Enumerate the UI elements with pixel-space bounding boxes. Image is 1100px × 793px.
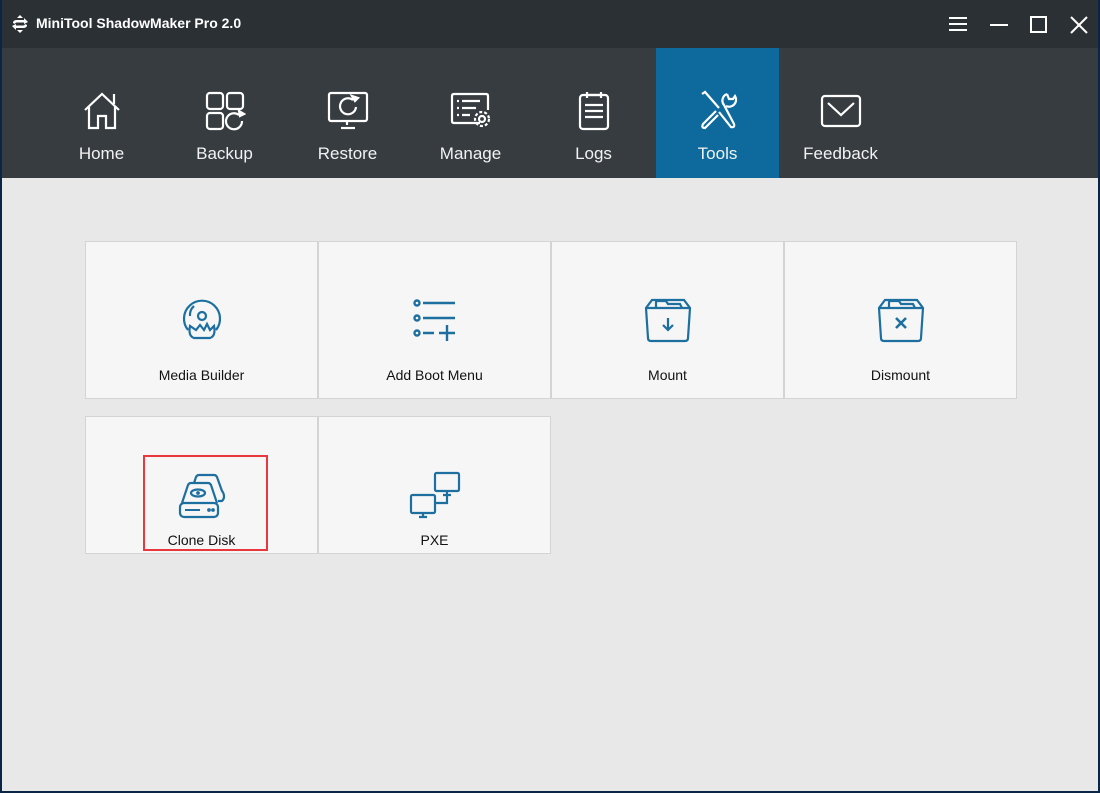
nav-feedback-label: Feedback bbox=[803, 144, 878, 163]
nav-logs-label: Logs bbox=[575, 144, 612, 163]
clone-disk-icon bbox=[178, 473, 225, 519]
nav-backup-label: Backup bbox=[196, 144, 253, 163]
main-nav: Home Backup Restore Manage Logs Tools Fe… bbox=[2, 48, 1098, 178]
close-icon[interactable] bbox=[1067, 12, 1091, 36]
tool-label: PXE bbox=[420, 532, 449, 548]
hamburger-icon[interactable] bbox=[947, 12, 971, 36]
nav-feedback[interactable]: Feedback bbox=[779, 48, 902, 178]
nav-backup[interactable]: Backup bbox=[163, 48, 286, 178]
tool-label: Media Builder bbox=[158, 367, 245, 383]
tool-clone-disk[interactable]: Clone Disk bbox=[85, 416, 318, 554]
backup-icon bbox=[205, 91, 246, 131]
app-window: MiniTool ShadowMaker Pro 2.0 Home Backup bbox=[2, 0, 1098, 791]
manage-icon bbox=[450, 92, 491, 128]
media-builder-icon bbox=[182, 299, 221, 340]
title-bar: MiniTool ShadowMaker Pro 2.0 bbox=[2, 0, 1098, 48]
nav-restore[interactable]: Restore bbox=[286, 48, 409, 178]
mount-icon bbox=[644, 298, 691, 343]
logs-icon bbox=[578, 92, 610, 131]
maximize-icon[interactable] bbox=[1027, 12, 1051, 36]
nav-logs[interactable]: Logs bbox=[532, 48, 655, 178]
dismount-icon bbox=[877, 298, 924, 343]
pxe-icon bbox=[409, 471, 460, 519]
tools-icon bbox=[701, 90, 738, 130]
nav-manage-label: Manage bbox=[439, 144, 502, 163]
tool-label: Mount bbox=[648, 367, 687, 383]
add-boot-menu-icon bbox=[412, 299, 455, 341]
tool-media-builder[interactable]: Media Builder bbox=[85, 241, 318, 399]
tool-label: Dismount bbox=[870, 367, 931, 383]
nav-home-label: Home bbox=[78, 144, 125, 163]
swap-arrows-icon bbox=[12, 15, 28, 33]
minimize-icon[interactable] bbox=[987, 12, 1011, 36]
tool-dismount[interactable]: Dismount bbox=[784, 241, 1017, 399]
tool-add-boot-menu[interactable]: Add Boot Menu bbox=[318, 241, 551, 399]
tool-label: Clone Disk bbox=[167, 532, 236, 548]
nav-tools-label: Tools bbox=[697, 144, 738, 163]
nav-tools[interactable]: Tools bbox=[656, 48, 779, 178]
nav-home[interactable]: Home bbox=[40, 48, 163, 178]
feedback-icon bbox=[820, 94, 862, 128]
app-title: MiniTool ShadowMaker Pro 2.0 bbox=[36, 15, 242, 31]
tool-mount[interactable]: Mount bbox=[551, 241, 784, 399]
nav-manage[interactable]: Manage bbox=[409, 48, 532, 178]
nav-restore-label: Restore bbox=[317, 144, 378, 163]
restore-icon bbox=[327, 91, 369, 130]
home-icon bbox=[84, 92, 120, 130]
tool-pxe[interactable]: PXE bbox=[318, 416, 551, 554]
tool-label: Add Boot Menu bbox=[386, 367, 483, 383]
